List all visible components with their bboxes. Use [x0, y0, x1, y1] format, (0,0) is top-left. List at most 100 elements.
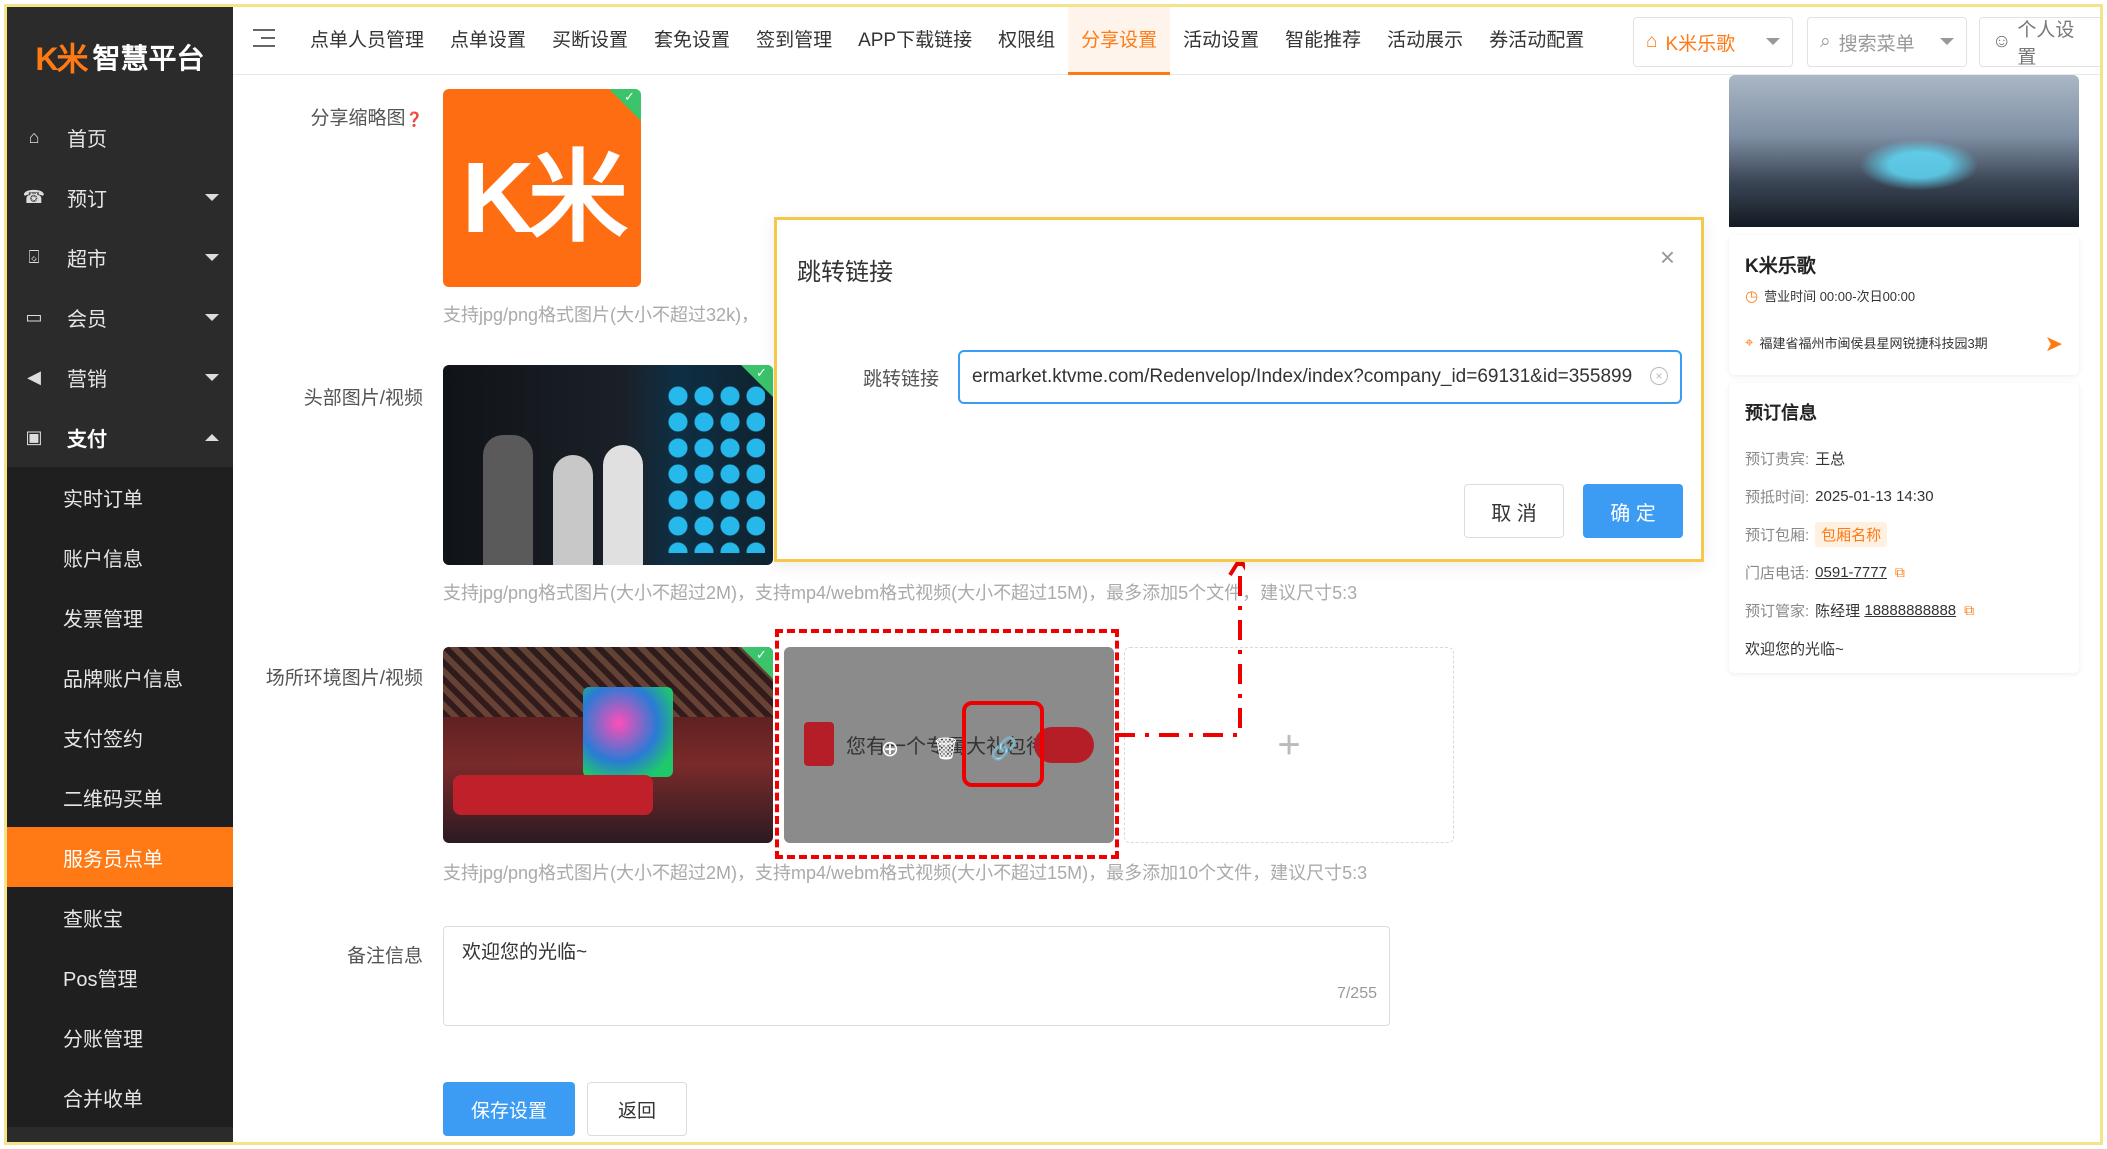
tab-smart-recommend[interactable]: 智能推荐	[1272, 7, 1374, 75]
tab-activity-settings[interactable]: 活动设置	[1170, 7, 1272, 75]
venue-media-thumb[interactable]	[443, 647, 773, 843]
sidebar-item-label: 营销	[67, 368, 107, 391]
user-icon: ☺	[1992, 31, 2012, 52]
check-icon	[741, 647, 773, 679]
led-wall	[665, 383, 765, 553]
sidebar-sub-item[interactable]: 发票管理	[7, 587, 233, 647]
remark-value: 欢迎您的光临~	[462, 942, 588, 963]
chevron-down-icon	[1940, 38, 1954, 45]
booking-icon: ☎	[22, 186, 46, 207]
preview-photo	[1729, 75, 2079, 227]
chevron-down-icon	[1766, 38, 1780, 45]
menu-search[interactable]: ⌕ 搜索菜单	[1807, 17, 1967, 67]
preview-store-name: K米乐歌	[1745, 256, 1816, 277]
personal-settings-button[interactable]: ☺ 个人设置	[1979, 17, 2100, 68]
sidebar-sub-item-active[interactable]: 服务员点单	[7, 827, 233, 887]
jump-link-dialog: 跳转链接 × 跳转链接 ermarket.ktvme.com/Redenvelo…	[774, 217, 1704, 562]
preview-row-phone: 门店电话: 0591-7777 ⧉	[1745, 563, 1905, 582]
tab-order-settings[interactable]: 点单设置	[437, 7, 539, 75]
clear-icon[interactable]: ×	[1650, 367, 1668, 385]
tab-coupon-config[interactable]: 券活动配置	[1476, 7, 1597, 75]
sidebar-sub-item[interactable]: Pos管理	[7, 947, 233, 1007]
personal-settings-label: 个人设置	[2017, 20, 2075, 68]
store-select[interactable]: ⌂ K米乐歌	[1633, 17, 1793, 67]
basket-icon: ⌺	[28, 246, 40, 267]
chevron-down-icon	[205, 254, 219, 261]
sidebar-item-market[interactable]: ⌺ 超市	[7, 227, 233, 287]
cancel-button[interactable]: 取 消	[1464, 484, 1564, 538]
jump-link-value: ermarket.ktvme.com/Redenvelop/Index/inde…	[972, 366, 1633, 387]
sidebar-item-label: 预订	[67, 188, 107, 211]
tab-checkin[interactable]: 签到管理	[743, 7, 845, 75]
preview-store-card: K米乐歌 ◷ 营业时间 00:00-次日00:00 ⌖ 福建省福州市闽侯县星网锐捷科…	[1729, 235, 2079, 375]
tab-bar: 点单人员管理 点单设置 买断设置 套免设置 签到管理 APP下载链接 权限组 分…	[297, 7, 1597, 75]
header-media-label: 头部图片/视频	[303, 388, 423, 409]
sidebar-item-home[interactable]: ⌂ 首页	[7, 107, 233, 167]
back-button[interactable]: 返回	[587, 1082, 687, 1136]
search-icon: ⌕	[1820, 31, 1831, 52]
home-icon: ⌂	[28, 126, 40, 147]
sidebar-sub-item[interactable]: 支付签约	[7, 707, 233, 767]
navigate-icon[interactable]: ➤	[2045, 331, 2063, 357]
tab-permissions[interactable]: 权限组	[985, 7, 1068, 75]
sidebar-sub-item[interactable]: 账户信息	[7, 527, 233, 587]
jump-link-input[interactable]: ermarket.ktvme.com/Redenvelop/Index/inde…	[958, 350, 1682, 404]
sidebar: K米 智慧平台 ⌂ 首页 ☎ 预订 ⌺ 超市 ▭ 会员 ◀ 营销 ▣ 支付 实时…	[7, 7, 233, 1142]
check-icon	[741, 365, 773, 397]
sidebar-sub-item[interactable]: 二维码买单	[7, 767, 233, 827]
chevron-down-icon	[205, 374, 219, 381]
annotation-link-highlight	[962, 701, 1044, 787]
k-logo-image: K米	[461, 141, 628, 254]
chevron-down-icon	[205, 194, 219, 201]
share-thumbnail[interactable]: K米	[443, 89, 641, 287]
sidebar-sub-item[interactable]: 分账管理	[7, 1007, 233, 1067]
sidebar-sub-item[interactable]: 合并收单	[7, 1067, 233, 1127]
venue-media-hint: 支持jpg/png格式图片(大小不超过2M)，支持mp4/webm格式视频(大小…	[443, 863, 1368, 883]
sidebar-item-label: 超市	[67, 248, 107, 271]
venue-media-label: 场所环境图片/视频	[265, 668, 423, 689]
money-icon: ▣	[25, 426, 43, 447]
sidebar-item-marketing[interactable]: ◀ 营销	[7, 347, 233, 407]
sidebar-sub-item[interactable]: 实时订单	[7, 467, 233, 527]
sidebar-sub-item[interactable]: 品牌账户信息	[7, 647, 233, 707]
tab-app-download[interactable]: APP下载链接	[845, 7, 985, 75]
logo-text: 智慧平台	[92, 43, 205, 74]
header-media-thumb[interactable]	[443, 365, 773, 565]
sidebar-item-payment[interactable]: ▣ 支付	[7, 407, 233, 467]
copy-icon[interactable]: ⧉	[1964, 602, 1974, 619]
preview-booking-card: 预订信息 预订贵宾: 王总 预抵时间: 2025-01-13 14:30 预订包厢:…	[1729, 383, 2079, 673]
annotation-dashed-box	[775, 629, 1119, 859]
remark-char-count: 7/255	[1336, 985, 1377, 1002]
dialog-title: 跳转链接	[797, 259, 893, 286]
menu-toggle-icon[interactable]	[253, 29, 275, 49]
preview-row-butler: 预订管家: 陈经理 18888888888 ⧉	[1745, 601, 1975, 620]
annotation-arrow	[1115, 555, 1245, 737]
remark-textarea[interactable]: 欢迎您的光临~ 7/255	[443, 926, 1390, 1026]
preview-row-room: 预订包厢: 包厢名称	[1745, 515, 2063, 553]
logo-mark: K米	[35, 41, 88, 77]
preview-hours: ◷ 营业时间 00:00-次日00:00	[1745, 287, 1916, 305]
close-icon[interactable]: ×	[1660, 242, 1675, 273]
plus-icon: +	[1277, 722, 1301, 767]
sidebar-item-member[interactable]: ▭ 会员	[7, 287, 233, 347]
tab-activity-display[interactable]: 活动展示	[1374, 7, 1476, 75]
copy-icon[interactable]: ⧉	[1895, 564, 1905, 581]
confirm-button[interactable]: 确 定	[1583, 484, 1683, 538]
sidebar-item-booking[interactable]: ☎ 预订	[7, 167, 233, 227]
save-button[interactable]: 保存设置	[443, 1082, 575, 1136]
home-icon: ⌂	[1646, 31, 1658, 52]
tab-share-settings[interactable]: 分享设置	[1068, 7, 1171, 75]
sidebar-item-label: 首页	[67, 128, 107, 151]
check-icon	[609, 89, 641, 121]
logo: K米 智慧平台	[7, 7, 233, 107]
preview-welcome: 欢迎您的光临~	[1745, 640, 1844, 658]
megaphone-icon: ◀	[27, 366, 41, 387]
help-icon: ❓	[405, 111, 423, 127]
tab-order-staff[interactable]: 点单人员管理	[297, 7, 437, 75]
tab-package-settings[interactable]: 套免设置	[641, 7, 743, 75]
preview-address: ⌖ 福建省福州市闽侯县星网锐捷科技园3期	[1745, 334, 1988, 351]
app-frame: K米 智慧平台 ⌂ 首页 ☎ 预订 ⌺ 超市 ▭ 会员 ◀ 营销 ▣ 支付 实时…	[4, 4, 2103, 1145]
tab-buyout-settings[interactable]: 买断设置	[539, 7, 641, 75]
sidebar-sub-item[interactable]: 查账宝	[7, 887, 233, 947]
preview-row-guest: 预订贵宾: 王总	[1745, 450, 1846, 468]
